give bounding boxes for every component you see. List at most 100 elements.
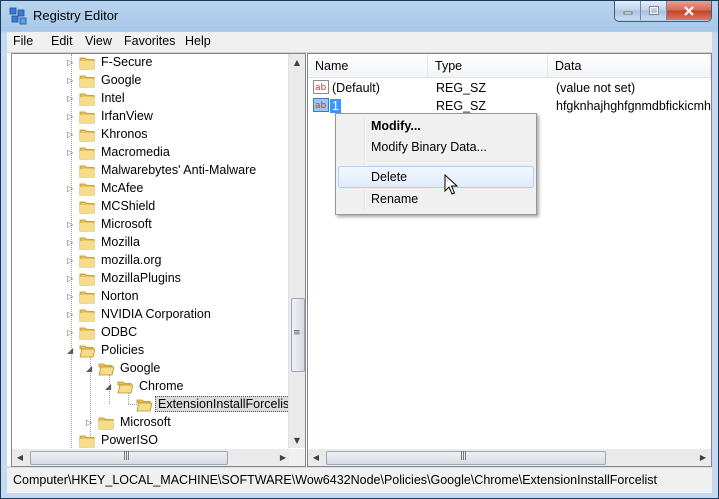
folder-icon [79,165,95,178]
expand-arrow-icon[interactable]: ▷ [67,238,75,247]
column-header-data[interactable]: Data [548,54,711,78]
svg-text:ab: ab [315,101,327,111]
grip-icon: ||| [123,451,130,461]
tree-item-label: Intel [101,91,125,105]
folder-icon [79,291,95,304]
tree-item-label: MCShield [101,199,156,213]
menu-item-label: Modify... [371,119,421,133]
tree-item-label: Khronos [101,127,148,141]
context-menu: Modify... Modify Binary Data... Delete R… [335,113,537,215]
menu-item-modify[interactable]: Modify... [338,115,534,137]
expand-arrow-icon[interactable]: ▷ [67,112,75,121]
menu-item-delete[interactable]: Delete [338,166,534,188]
registry-editor-icon [9,7,27,25]
expand-arrow-icon[interactable]: ▷ [67,328,75,337]
open-folder-icon [98,363,114,376]
folder-icon [79,129,95,142]
value-data: hfgknhajhghfgnmdbfickicmh [556,99,711,113]
menu-file[interactable]: File [13,34,33,48]
tree-item-label: Microsoft [120,415,171,429]
value-data: (value not set) [556,81,636,95]
folder-icon [79,183,95,196]
menu-favorites[interactable]: Favorites [124,34,175,48]
folder-icon [79,111,95,124]
scroll-left-icon[interactable]: ◀ [12,449,28,465]
status-path: Computer\HKEY_LOCAL_MACHINE\SOFTWARE\Wow… [13,473,657,487]
scroll-left-icon[interactable]: ◀ [308,449,324,465]
close-button[interactable] [667,1,711,20]
list-horizontal-scrollbar[interactable]: ◀ ||| ▶ [308,449,711,466]
collapse-arrow-icon[interactable]: ◢ [67,346,75,355]
tree-item-label: mozilla.org [101,253,162,267]
menu-item-rename[interactable]: Rename [338,188,534,210]
folder-icon [79,75,95,88]
string-value-icon: ab [313,98,329,112]
mouse-cursor-icon [444,174,458,195]
tree-item-label: ODBC [101,325,138,339]
menu-edit[interactable]: Edit [51,34,73,48]
collapse-arrow-icon[interactable]: ◢ [86,364,94,373]
registry-editor-window: Registry Editor File Edit View Favorites… [0,0,719,499]
open-folder-icon [79,345,95,358]
grip-icon: ||| [460,451,467,461]
expand-arrow-icon[interactable]: ▷ [67,256,75,265]
expand-arrow-icon[interactable]: ▷ [67,148,75,157]
string-value-icon: ab [313,80,329,94]
expand-arrow-icon[interactable]: ▷ [67,220,75,229]
tree-item-label: NVIDIA Corporation [101,307,211,321]
expand-arrow-icon[interactable]: ▷ [67,58,75,67]
expand-arrow-icon[interactable]: ▷ [67,130,75,139]
menu-item-modify-binary[interactable]: Modify Binary Data... [338,136,534,158]
expand-arrow-icon[interactable]: ▷ [67,94,75,103]
folder-icon [79,147,95,160]
tree-item-label: PowerISO [101,433,158,447]
folder-icon [79,327,95,340]
maximize-icon [648,6,659,15]
close-icon [684,5,694,16]
expand-arrow-icon[interactable]: ▷ [67,184,75,193]
tree-item-label: Policies [101,343,145,357]
expand-arrow-icon[interactable]: ▷ [86,418,94,427]
tree-item-label: IrfanView [101,109,153,123]
expand-arrow-icon[interactable]: ▷ [67,274,75,283]
folder-icon [79,93,95,106]
folder-icon [79,255,95,268]
tree-vertical-scrollbar[interactable]: ▲ ≡ ▼ [288,54,305,448]
menu-item-label: Delete [371,170,408,184]
scroll-right-icon[interactable]: ▶ [695,449,711,465]
open-folder-icon [117,381,133,394]
maximize-button[interactable] [641,1,667,20]
svg-text:ab: ab [315,83,327,93]
value-row[interactable]: ab (Default) REG_SZ (value not set) [308,79,711,97]
collapse-arrow-icon[interactable]: ◢ [105,382,113,391]
menu-view[interactable]: View [85,34,112,48]
registry-tree[interactable]: ▷ F-Secure ▷ Google ▷ Intel ▷ IrfanView … [11,53,306,467]
menu-help[interactable]: Help [185,34,211,48]
scroll-up-icon[interactable]: ▲ [289,54,305,70]
tree-item-label: Microsoft [101,217,152,231]
minimize-icon [623,11,632,14]
grip-icon: ≡ [293,328,300,338]
value-name: 1 [330,99,341,113]
column-header-name[interactable]: Name [308,54,428,78]
expand-arrow-icon[interactable]: ▷ [67,292,75,301]
minimize-button[interactable] [615,1,641,20]
expand-arrow-icon[interactable]: ▷ [67,76,75,85]
tree-item-label: Chrome [139,379,184,393]
scrollbar-corner [289,449,305,466]
tree-item-label: Macromedia [101,145,170,159]
tree-item-label: Mozilla [101,235,140,249]
tree-horizontal-scrollbar[interactable]: ◀ ||| ▶ [12,449,291,466]
title-bar[interactable]: Registry Editor [1,1,718,32]
menu-item-label: Modify Binary Data... [371,140,488,154]
value-type: REG_SZ [436,81,487,95]
expand-arrow-icon[interactable]: ▷ [67,310,75,319]
folder-icon [79,273,95,286]
tree-item-label: McAfee [101,181,144,195]
menu-bar: File Edit View Favorites Help [7,32,712,53]
tree-item-label: Google [120,361,161,375]
menu-separator [367,161,533,163]
column-header-type[interactable]: Type [428,54,548,78]
scroll-down-icon[interactable]: ▼ [289,432,305,448]
folder-icon [79,219,95,232]
